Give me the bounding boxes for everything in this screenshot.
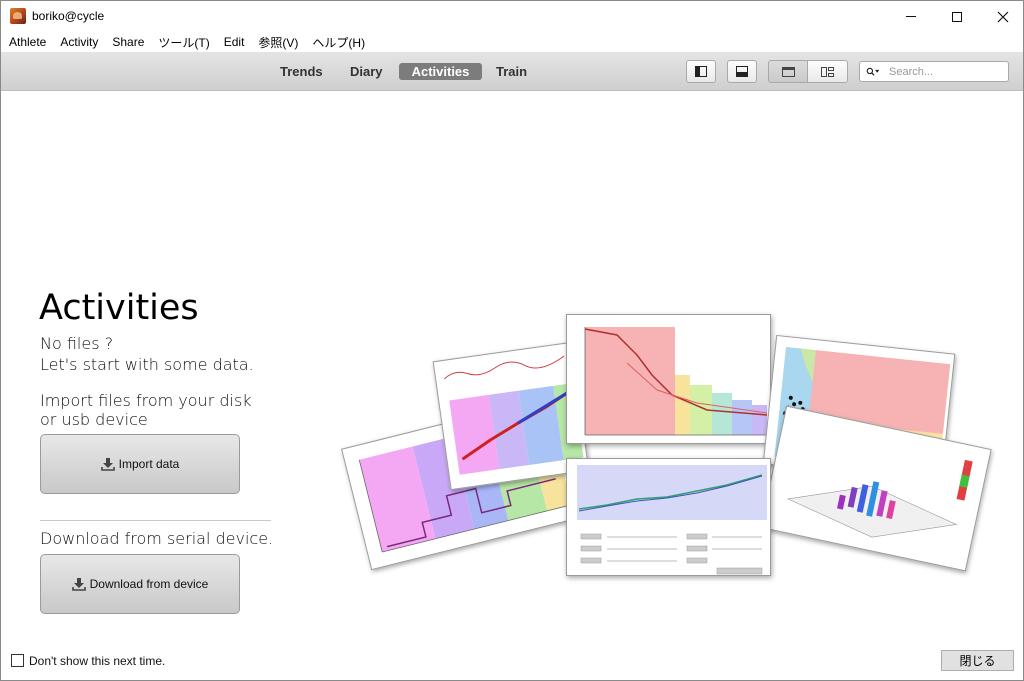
import-data-button[interactable]: Import data: [40, 434, 240, 494]
tab-trends[interactable]: Trends: [272, 63, 331, 80]
menu-share[interactable]: Share: [112, 35, 144, 49]
download-device-button[interactable]: Download from device: [40, 554, 240, 614]
app-window: boriko@cycle Athlete Activity Share ツール(…: [0, 0, 1024, 681]
close-window-button[interactable]: [980, 1, 1024, 32]
page-title: Activities: [39, 288, 199, 328]
dont-show-checkbox[interactable]: [11, 654, 24, 667]
close-icon: [997, 11, 1009, 22]
close-dialog-button[interactable]: 閉じる: [941, 650, 1014, 671]
tab-diary[interactable]: Diary: [342, 63, 391, 80]
toolbar: Trends Diary Activities Train: [1, 52, 1023, 91]
download-device-label: Download from device: [89, 577, 209, 591]
title-bar: boriko@cycle: [1, 1, 1023, 32]
tiled-layout-button[interactable]: [807, 60, 848, 83]
start-data-text: Let's start with some data.: [40, 355, 254, 374]
no-files-text: No files ?: [40, 334, 114, 353]
maximize-icon: [952, 11, 962, 22]
collage-card-3d-plot: [760, 405, 992, 572]
single-view-icon: [781, 66, 795, 77]
menu-activity[interactable]: Activity: [60, 35, 98, 49]
window-title: boriko@cycle: [32, 9, 105, 23]
single-layout-button[interactable]: [768, 60, 808, 83]
download-icon: [100, 458, 115, 471]
download-desc: Download from serial device.: [40, 529, 274, 548]
app-icon: [10, 8, 26, 24]
collage-card-critical-power: [566, 314, 771, 444]
minimize-button[interactable]: [888, 1, 934, 32]
menu-help[interactable]: ヘルプ(H): [312, 34, 365, 51]
menu-bar: Athlete Activity Share ツール(T) Edit 参照(V)…: [1, 32, 1023, 52]
tiled-view-icon: [821, 66, 834, 77]
dont-show-label: Don't show this next time.: [29, 654, 166, 668]
toggle-sidebar-button[interactable]: [686, 60, 716, 83]
search-icon: [866, 67, 880, 76]
divider: [40, 520, 271, 521]
tab-train[interactable]: Train: [488, 63, 535, 80]
import-desc-line2: or usb device: [40, 410, 148, 429]
tab-activities[interactable]: Activities: [399, 63, 482, 80]
import-data-label: Import data: [118, 457, 180, 471]
maximize-button[interactable]: [934, 1, 980, 32]
minimize-icon: [906, 16, 916, 17]
menu-view[interactable]: 参照(V): [258, 34, 298, 51]
sidebar-icon: [695, 66, 707, 77]
search-input[interactable]: [889, 64, 1004, 79]
menu-edit[interactable]: Edit: [224, 35, 245, 49]
menu-athlete[interactable]: Athlete: [9, 35, 46, 49]
download-icon: [71, 578, 86, 591]
toggle-bottom-bar-button[interactable]: [727, 60, 757, 83]
search-box[interactable]: [859, 61, 1009, 82]
collage-card-aerolab: [566, 458, 771, 576]
charts-collage-image: [341, 306, 992, 581]
import-desc-line1: Import files from your disk: [40, 391, 252, 410]
menu-tools[interactable]: ツール(T): [158, 34, 209, 51]
bottom-panel-icon: [736, 66, 748, 77]
